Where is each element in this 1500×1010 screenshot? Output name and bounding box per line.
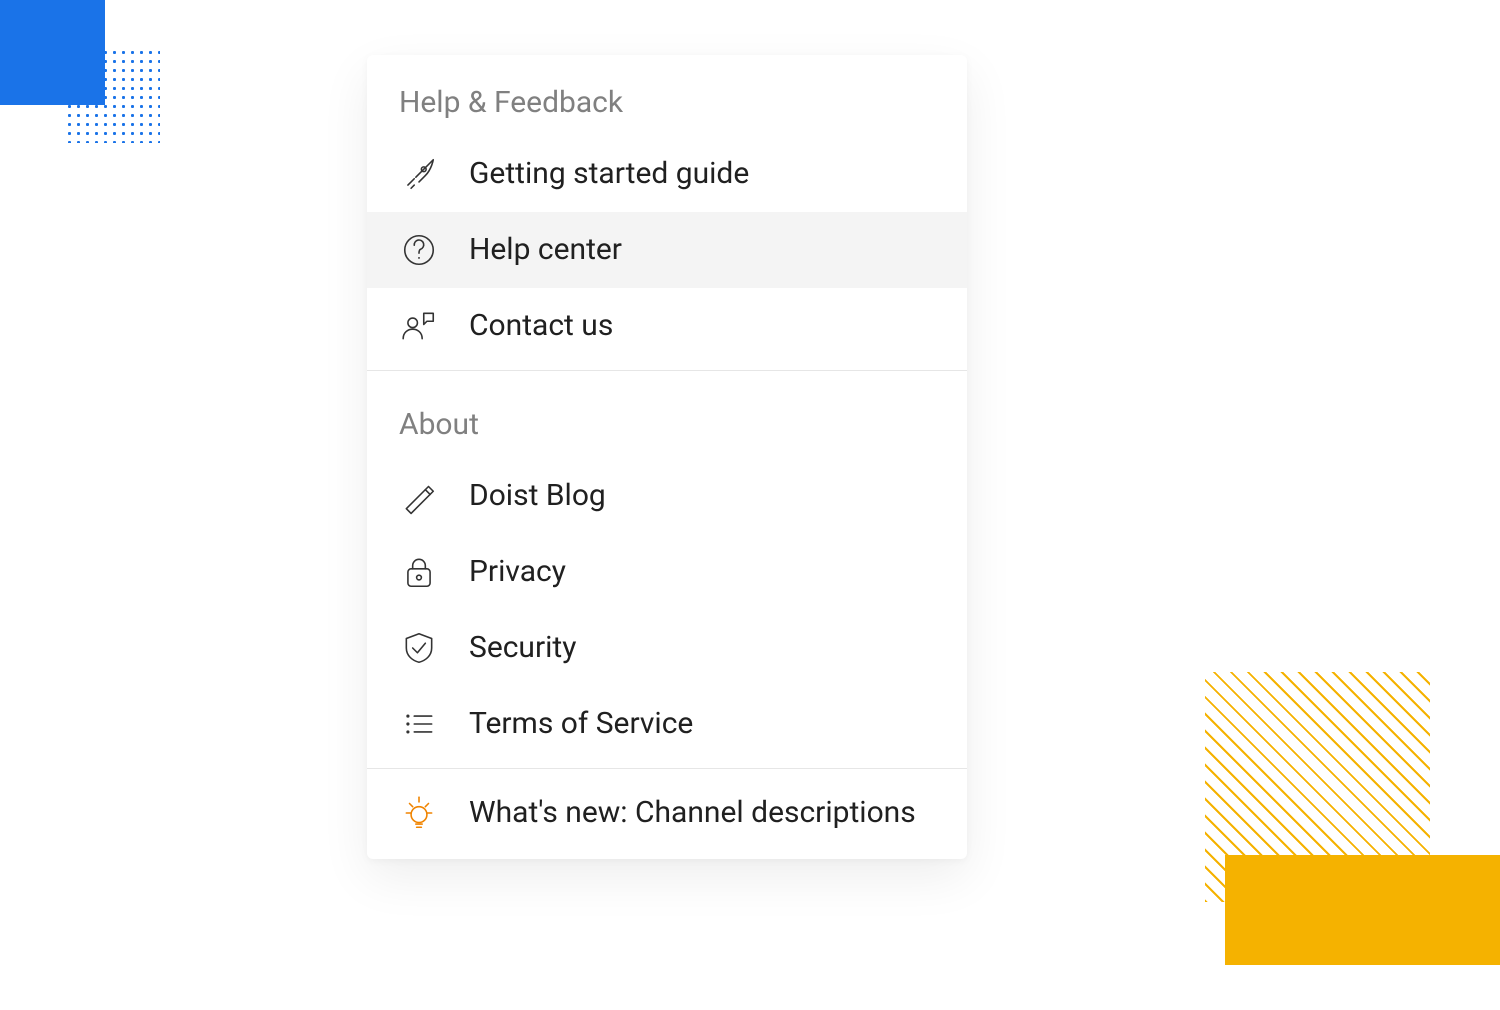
- divider: [367, 370, 967, 371]
- contact-icon: [399, 306, 439, 346]
- menu-item-getting-started[interactable]: Getting started guide: [367, 136, 967, 212]
- menu-item-terms[interactable]: Terms of Service: [367, 686, 967, 762]
- menu-item-label: Contact us: [469, 308, 613, 344]
- menu-item-label: Doist Blog: [469, 478, 606, 514]
- menu-item-label: What's new: Channel descriptions: [469, 795, 916, 831]
- pencil-icon: [399, 476, 439, 516]
- shield-icon: [399, 628, 439, 668]
- menu-item-doist-blog[interactable]: Doist Blog: [367, 458, 967, 534]
- divider: [367, 768, 967, 769]
- menu-item-security[interactable]: Security: [367, 610, 967, 686]
- menu-item-label: Getting started guide: [469, 156, 749, 192]
- lightbulb-icon: [399, 793, 439, 833]
- list-icon: [399, 704, 439, 744]
- section-title-about: About: [367, 377, 967, 458]
- menu-item-label: Terms of Service: [469, 706, 693, 742]
- menu-item-privacy[interactable]: Privacy: [367, 534, 967, 610]
- menu-item-whats-new[interactable]: What's new: Channel descriptions: [367, 775, 967, 851]
- rocket-icon: [399, 154, 439, 194]
- deco-yellow-square: [1225, 855, 1500, 965]
- menu-item-label: Security: [469, 630, 576, 666]
- menu-item-label: Privacy: [469, 554, 566, 590]
- help-menu: Help & Feedback Getting started guide He…: [367, 55, 967, 859]
- section-title-help: Help & Feedback: [367, 55, 967, 136]
- lock-icon: [399, 552, 439, 592]
- menu-item-label: Help center: [469, 232, 622, 268]
- menu-item-help-center[interactable]: Help center: [367, 212, 967, 288]
- deco-blue-dots: [65, 48, 160, 143]
- menu-item-contact-us[interactable]: Contact us: [367, 288, 967, 364]
- question-icon: [399, 230, 439, 270]
